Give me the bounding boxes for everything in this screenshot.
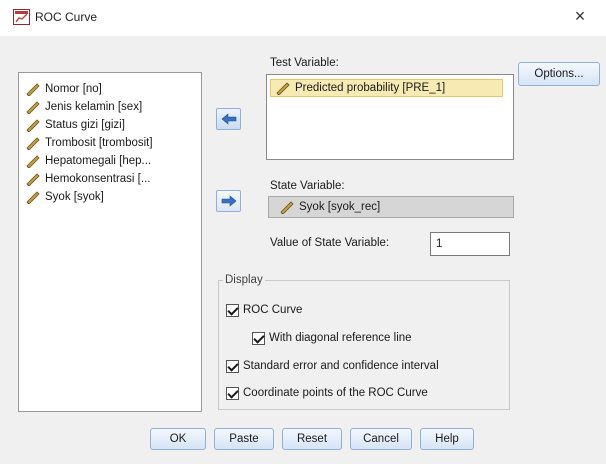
pencil-scale-icon [26, 191, 40, 204]
variable-label: Hepatomegali [hep... [45, 155, 152, 167]
roc-curve-checkbox[interactable] [226, 303, 239, 317]
variable-label: Hemokonsentrasi [... [45, 173, 151, 185]
list-item[interactable]: Syok [syok] [25, 189, 104, 205]
list-item[interactable]: Trombosit [trombosit] [25, 135, 153, 151]
options-button[interactable]: Options... [518, 62, 600, 86]
arrow-right-icon [221, 195, 236, 207]
display-group-label: Display [223, 274, 265, 286]
coordinate-points-checkbox-row[interactable]: Coordinate points of the ROC Curve [226, 385, 428, 401]
test-variable-item[interactable]: Predicted probability [PRE_1] [270, 79, 503, 97]
pencil-scale-icon [276, 82, 290, 95]
state-variable-value: Syok [syok_rec] [299, 201, 381, 213]
test-variable-label: Test Variable: [270, 57, 339, 69]
roc-curve-checkbox-row[interactable]: ROC Curve [226, 302, 302, 318]
roc-curve-label: ROC Curve [243, 304, 303, 316]
close-button[interactable]: × [566, 4, 594, 28]
cancel-button[interactable]: Cancel [350, 428, 412, 450]
diagonal-line-label: With diagonal reference line [269, 332, 412, 344]
list-item[interactable]: Hemokonsentrasi [... [25, 171, 150, 187]
std-error-label: Standard error and confidence interval [243, 360, 439, 372]
std-error-checkbox[interactable] [226, 359, 239, 373]
arrow-left-icon [221, 113, 236, 125]
list-item[interactable]: Nomor [no] [25, 81, 102, 97]
source-variable-list[interactable]: Nomor [no] Jenis kelamin [sex] Status gi… [18, 72, 202, 412]
pencil-scale-icon [26, 173, 40, 186]
pencil-scale-icon [26, 155, 40, 168]
pencil-scale-icon [26, 83, 40, 96]
diagonal-line-checkbox[interactable] [252, 331, 265, 345]
variable-label: Nomor [no] [45, 83, 102, 95]
list-item[interactable]: Jenis kelamin [sex] [25, 99, 142, 115]
state-variable-field[interactable]: Syok [syok_rec] [268, 196, 514, 218]
paste-button[interactable]: Paste [214, 428, 274, 450]
test-variable-list[interactable]: Predicted probability [PRE_1] [266, 74, 514, 160]
variable-label: Syok [syok] [45, 191, 104, 203]
pencil-scale-icon [26, 137, 40, 150]
list-item[interactable]: Status gizi [gizi] [25, 117, 125, 133]
value-of-state-label: Value of State Variable: [270, 237, 390, 249]
variable-label: Jenis kelamin [sex] [45, 101, 143, 113]
window-title: ROC Curve [35, 10, 98, 24]
value-of-state-input[interactable] [430, 232, 510, 256]
roc-chart-icon [13, 9, 30, 25]
pencil-scale-icon [26, 101, 40, 114]
reset-button[interactable]: Reset [282, 428, 342, 450]
coordinate-points-label: Coordinate points of the ROC Curve [243, 387, 428, 399]
diagonal-line-checkbox-row[interactable]: With diagonal reference line [252, 330, 412, 346]
state-variable-label: State Variable: [270, 180, 345, 192]
move-to-test-variable-button[interactable] [216, 108, 241, 130]
move-to-state-variable-button[interactable] [216, 190, 241, 212]
coordinate-points-checkbox[interactable] [226, 386, 239, 400]
list-item[interactable]: Hepatomegali [hep... [25, 153, 151, 169]
variable-label: Status gizi [gizi] [45, 119, 125, 131]
ok-button[interactable]: OK [150, 428, 206, 450]
std-error-checkbox-row[interactable]: Standard error and confidence interval [226, 358, 439, 374]
pencil-scale-icon [280, 201, 294, 214]
variable-label: Trombosit [trombosit] [45, 137, 153, 149]
title-bar: ROC Curve × [0, 0, 606, 36]
pencil-scale-icon [26, 119, 40, 132]
help-button[interactable]: Help [420, 428, 474, 450]
test-variable-text: Predicted probability [PRE_1] [295, 82, 446, 94]
